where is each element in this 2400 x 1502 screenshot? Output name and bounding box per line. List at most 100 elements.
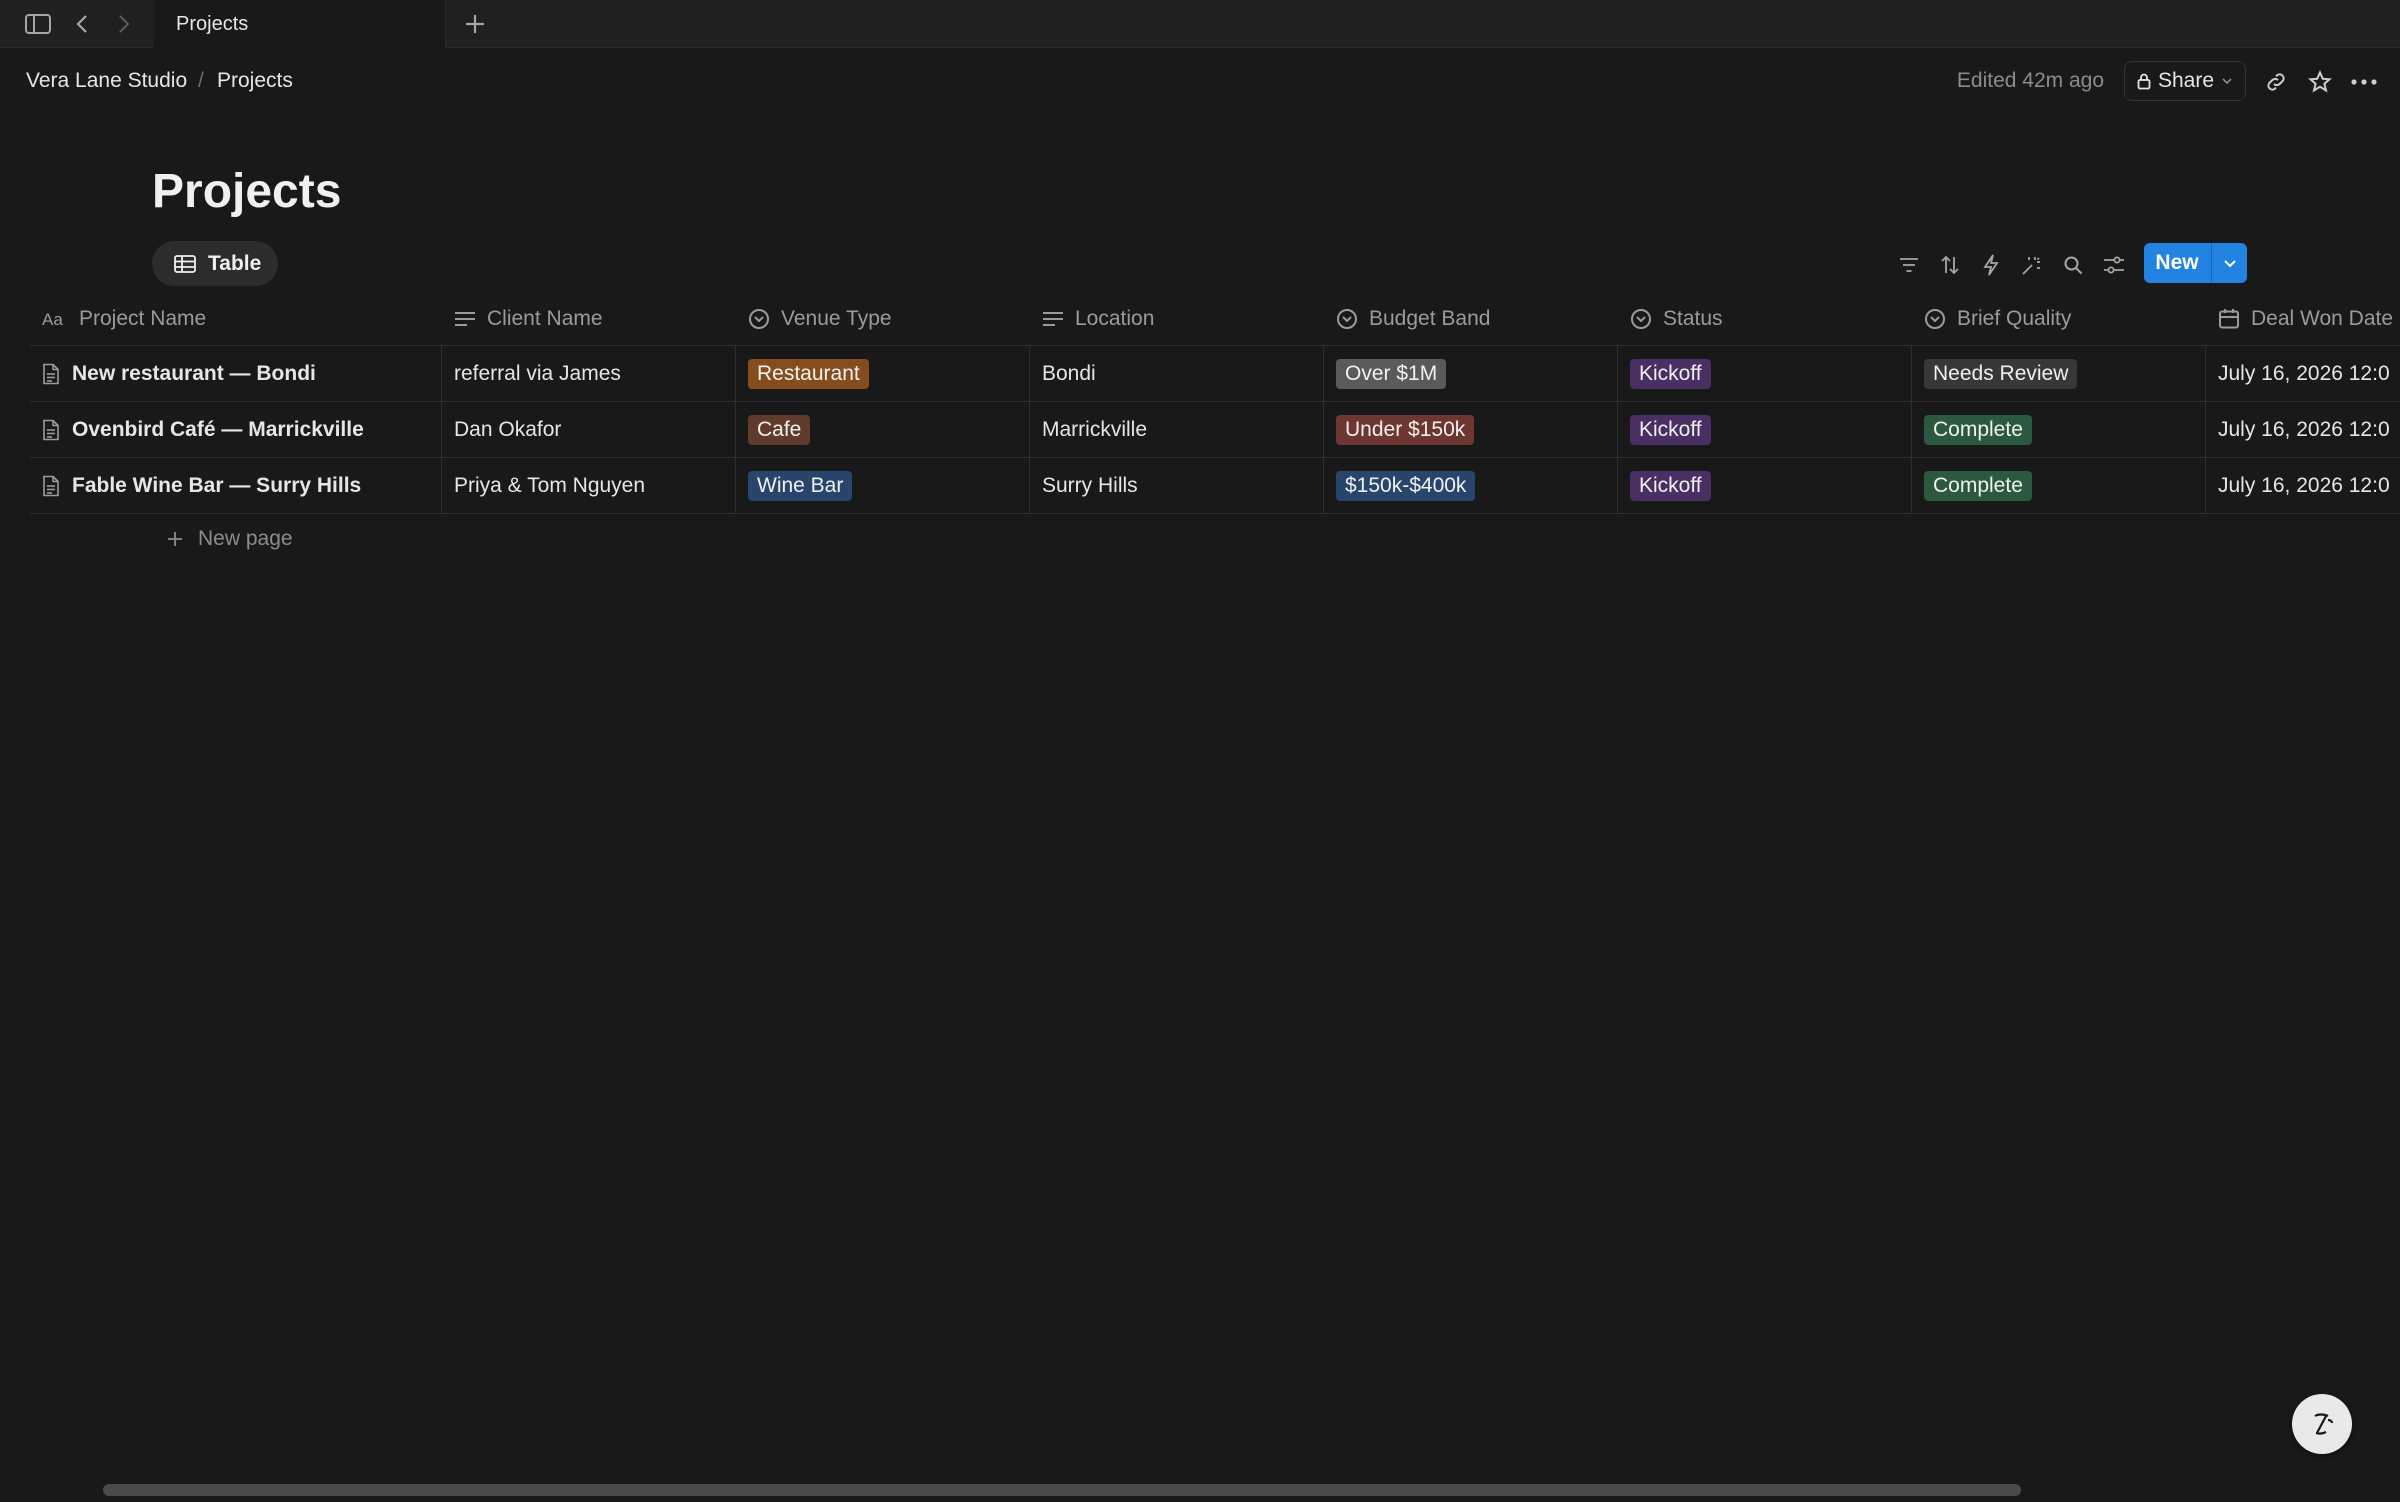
cell-venue[interactable]: Cafe — [736, 402, 1030, 458]
tag-status: Kickoff — [1630, 415, 1711, 445]
search-icon[interactable] — [2056, 248, 2090, 282]
cell-venue[interactable]: Restaurant — [736, 346, 1030, 402]
breadcrumb-separator: / — [198, 69, 204, 92]
page-icon — [43, 419, 59, 441]
title-icon: Aa — [42, 310, 63, 328]
date-text: July 16, 2026 12:0 — [2218, 418, 2390, 441]
column-header-status[interactable]: Status — [1618, 292, 1912, 346]
cell-name[interactable]: Ovenbird Café — Marrickville — [30, 402, 442, 458]
cell-date[interactable]: July 16, 2026 12:0 — [2206, 458, 2400, 514]
cell-brief[interactable]: Complete — [1912, 402, 2206, 458]
view-tab-table[interactable]: Table — [152, 241, 278, 286]
new-button-dropdown[interactable] — [2212, 243, 2247, 283]
tag-venue: Wine Bar — [748, 471, 853, 501]
column-header-brief-quality[interactable]: Brief Quality — [1912, 292, 2206, 346]
tag-venue: Restaurant — [748, 359, 869, 389]
tag-status: Kickoff — [1630, 359, 1711, 389]
cell-brief[interactable]: Needs Review — [1912, 346, 2206, 402]
cell-status[interactable]: Kickoff — [1618, 402, 1912, 458]
cell-name[interactable]: New restaurant — Bondi — [30, 346, 442, 402]
tab-projects[interactable]: Projects — [154, 0, 446, 48]
cell-budget[interactable]: Over $1M — [1324, 346, 1618, 402]
edited-timestamp: Edited 42m ago — [1956, 69, 2104, 92]
forward-icon[interactable] — [108, 8, 140, 40]
cell-name[interactable]: Fable Wine Bar — Surry Hills — [30, 458, 442, 514]
table-row[interactable]: Ovenbird Café — Marrickville Dan Okafor Ca… — [30, 402, 2400, 458]
share-button[interactable]: Share — [2124, 61, 2246, 101]
table-row[interactable]: New restaurant — Bondi referral via James… — [30, 346, 2400, 402]
tag-brief: Complete — [1924, 415, 2032, 445]
new-page-button[interactable]: New page — [166, 527, 293, 551]
help-ai-icon[interactable] — [2292, 1394, 2352, 1454]
cell-location[interactable]: Marrickville — [1030, 402, 1324, 458]
location-text: Marrickville — [1042, 418, 1147, 441]
cell-status[interactable]: Kickoff — [1618, 458, 1912, 514]
automation-icon[interactable] — [1974, 248, 2008, 282]
new-tab-icon[interactable] — [459, 8, 491, 40]
date-text: July 16, 2026 12:0 — [2218, 362, 2390, 385]
settings-sliders-icon[interactable] — [2097, 248, 2131, 282]
select-icon — [1925, 309, 1945, 329]
sort-icon[interactable] — [1933, 248, 1967, 282]
chevron-down-icon — [2222, 78, 2232, 85]
new-page-label: New page — [198, 527, 293, 550]
tab-bar: Projects — [0, 0, 2400, 48]
horizontal-scrollbar[interactable] — [103, 1484, 2021, 1496]
tag-status: Kickoff — [1630, 471, 1711, 501]
back-icon[interactable] — [66, 8, 98, 40]
sidebar-toggle-icon[interactable] — [22, 8, 54, 40]
select-icon — [1337, 309, 1357, 329]
cell-brief[interactable]: Complete — [1912, 458, 2206, 514]
table-row[interactable]: Fable Wine Bar — Surry Hills Priya & Tom … — [30, 458, 2400, 514]
tag-brief: Complete — [1924, 471, 2032, 501]
tag-budget: Under $150k — [1336, 415, 1475, 445]
page-title: Projects — [152, 165, 342, 218]
cell-budget[interactable]: $150k-$400k — [1324, 458, 1618, 514]
text-icon — [455, 312, 475, 326]
cell-location[interactable]: Surry Hills — [1030, 458, 1324, 514]
cell-client[interactable]: Priya & Tom Nguyen — [442, 458, 736, 514]
filter-icon[interactable] — [1892, 248, 1926, 282]
column-header-venue-type[interactable]: Venue Type — [736, 292, 1030, 346]
new-button-label[interactable]: New — [2144, 243, 2210, 283]
name-text: New restaurant — Bondi — [72, 362, 316, 385]
customize-icon[interactable] — [2015, 248, 2049, 282]
cell-budget[interactable]: Under $150k — [1324, 402, 1618, 458]
page-icon — [43, 475, 59, 497]
calendar-icon — [2219, 309, 2239, 329]
cell-date[interactable]: July 16, 2026 12:0 — [2206, 402, 2400, 458]
cell-date[interactable]: July 16, 2026 12:0 — [2206, 346, 2400, 402]
projects-table: Aa Project Name Client Name Venue Type L… — [30, 292, 2400, 514]
name-text: Ovenbird Café — Marrickville — [72, 418, 364, 441]
table-header: Aa Project Name Client Name Venue Type L… — [30, 292, 2400, 346]
column-header-deal-won-date[interactable]: Deal Won Date — [2206, 292, 2400, 346]
svg-text:Aa: Aa — [42, 310, 63, 328]
new-button[interactable]: New — [2144, 243, 2247, 283]
table-icon — [174, 254, 196, 273]
column-header-client-name[interactable]: Client Name — [442, 292, 736, 346]
breadcrumb-workspace[interactable]: Vera Lane Studio — [26, 69, 187, 93]
tab-title: Projects — [176, 13, 249, 35]
cell-status[interactable]: Kickoff — [1618, 346, 1912, 402]
cell-client[interactable]: referral via James — [442, 346, 736, 402]
link-icon[interactable] — [2259, 65, 2293, 99]
table-body: New restaurant — Bondi referral via James… — [30, 346, 2400, 514]
cell-client[interactable]: Dan Okafor — [442, 402, 736, 458]
star-icon[interactable] — [2303, 65, 2337, 99]
location-text: Bondi — [1042, 362, 1096, 385]
column-header-project-name[interactable]: Aa Project Name — [30, 292, 442, 346]
tag-brief: Needs Review — [1924, 359, 2078, 389]
column-header-budget-band[interactable]: Budget Band — [1324, 292, 1618, 346]
top-bar: Vera Lane Studio / Projects Edited 42m a… — [0, 48, 2400, 114]
tag-budget: Over $1M — [1336, 359, 1447, 389]
view-tab-label: Table — [208, 251, 262, 275]
select-icon — [749, 309, 769, 329]
cell-venue[interactable]: Wine Bar — [736, 458, 1030, 514]
column-header-location[interactable]: Location — [1030, 292, 1324, 346]
more-icon[interactable] — [2347, 65, 2381, 99]
client-text: Priya & Tom Nguyen — [454, 474, 646, 497]
cell-location[interactable]: Bondi — [1030, 346, 1324, 402]
breadcrumb-page[interactable]: Projects — [217, 69, 293, 93]
client-text: referral via James — [454, 362, 621, 385]
date-text: July 16, 2026 12:0 — [2218, 474, 2390, 497]
